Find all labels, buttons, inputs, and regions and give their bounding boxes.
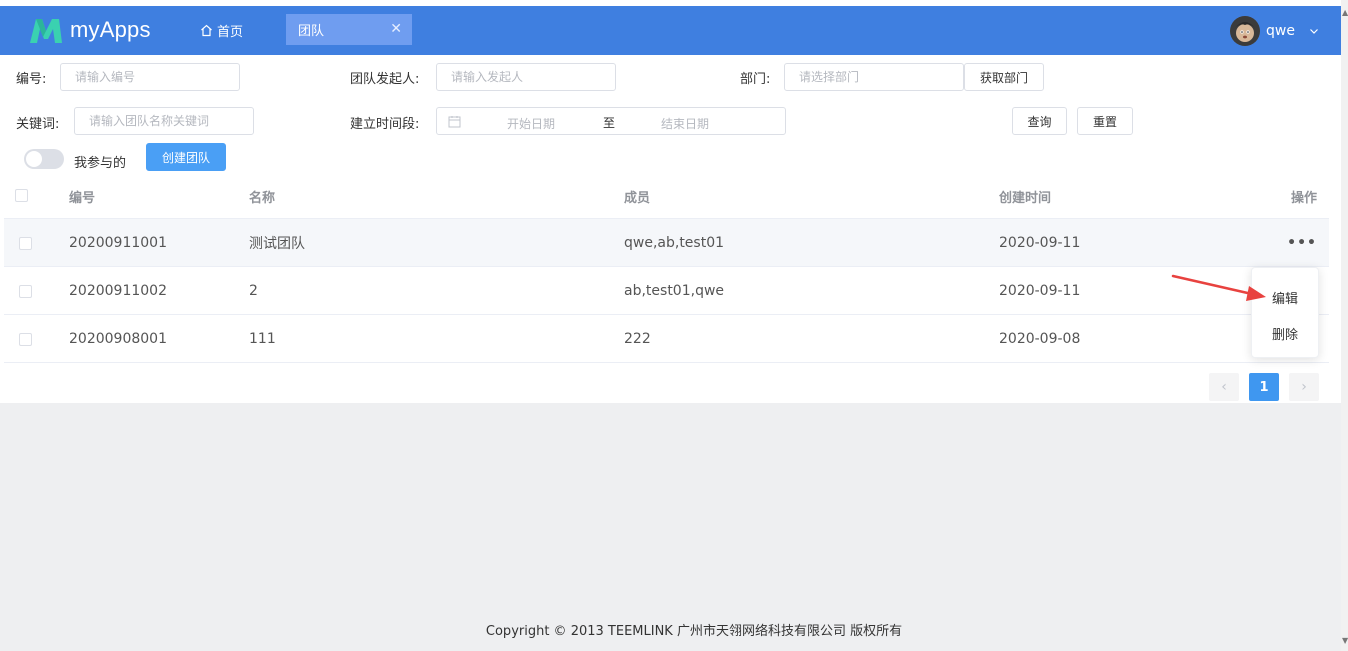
- username: qwe: [1266, 23, 1295, 39]
- query-button[interactable]: 查询: [1012, 107, 1067, 135]
- initiator-label: 团队发起人:: [350, 72, 420, 87]
- footer-copyright: Copyright © 2013 TEEMLINK 广州市天翎网络科技有限公司 …: [485, 624, 903, 639]
- number-label: 编号:: [16, 72, 47, 87]
- get-dept-button[interactable]: 获取部门: [964, 63, 1044, 91]
- page-number-1[interactable]: 1: [1249, 373, 1279, 401]
- start-date-input[interactable]: 开始日期: [507, 115, 555, 132]
- more-icon[interactable]: •••: [1287, 235, 1317, 251]
- prev-page-button[interactable]: ‹: [1209, 373, 1239, 401]
- calendar-icon: [448, 116, 461, 128]
- row-name: 111: [249, 330, 276, 347]
- menu-item-delete[interactable]: 删除: [1272, 324, 1298, 343]
- scroll-up-icon[interactable]: ▲: [1342, 8, 1348, 17]
- scroll-down-icon[interactable]: ▼: [1342, 636, 1348, 645]
- row-created: 2020-09-08: [999, 330, 1081, 347]
- tab-team-label: 团队: [298, 24, 325, 39]
- logo-text: myApps: [70, 17, 151, 42]
- row-number: 20200911001: [69, 234, 167, 251]
- end-date-input[interactable]: 结束日期: [661, 115, 709, 132]
- row-created: 2020-09-11: [999, 234, 1081, 251]
- dept-input[interactable]: [784, 63, 964, 91]
- row-number: 20200908001: [69, 330, 167, 347]
- row-checkbox[interactable]: [19, 333, 32, 346]
- page-scrollbar[interactable]: ▲ ▼: [1341, 0, 1348, 651]
- create-team-button[interactable]: 创建团队: [146, 143, 226, 171]
- row-checkbox[interactable]: [19, 237, 32, 250]
- nav-home-label: 首页: [217, 25, 244, 40]
- row-name: 测试团队: [249, 235, 305, 252]
- row-name: 2: [249, 282, 258, 299]
- col-number: 编号: [69, 191, 96, 206]
- keyword-label: 关键词:: [16, 117, 60, 132]
- next-page-button[interactable]: ›: [1289, 373, 1319, 401]
- period-label: 建立时间段:: [350, 117, 420, 132]
- row-members: qwe,ab,test01: [624, 234, 725, 251]
- chevron-down-icon: [1310, 29, 1318, 34]
- menu-item-edit[interactable]: 编辑: [1272, 288, 1298, 307]
- date-range-picker[interactable]: 开始日期 至 结束日期: [436, 107, 786, 135]
- col-name: 名称: [249, 191, 276, 206]
- toggle-knob: [26, 151, 42, 167]
- annotation-arrow-icon: [1171, 274, 1266, 301]
- table-header: 编号 名称 成员 创建时间 操作: [4, 175, 1329, 219]
- col-members: 成员: [624, 191, 651, 206]
- table-row[interactable]: 20200908001 111 222 2020-09-08: [4, 315, 1329, 363]
- nav-home[interactable]: 首页: [200, 21, 243, 40]
- keyword-input[interactable]: [74, 107, 254, 135]
- user-menu[interactable]: qwe: [1230, 16, 1319, 46]
- logo-m-icon: [30, 19, 62, 43]
- initiator-input[interactable]: [436, 63, 616, 91]
- app-logo[interactable]: myApps: [28, 14, 151, 46]
- row-checkbox[interactable]: [19, 285, 32, 298]
- mine-toggle[interactable]: [24, 149, 64, 169]
- dept-label: 部门:: [740, 72, 771, 87]
- mine-toggle-label: 我参与的: [74, 156, 127, 171]
- number-input[interactable]: [60, 63, 240, 91]
- col-created: 创建时间: [999, 191, 1052, 206]
- row-members: 222: [624, 330, 651, 347]
- row-members: ab,test01,qwe: [624, 282, 725, 299]
- select-all-checkbox[interactable]: [15, 189, 28, 202]
- team-panel: 编号: 团队发起人: 部门: 获取部门 关键词: 建立时间段: 开始日期 至 结…: [0, 55, 1341, 403]
- range-separator: 至: [603, 116, 616, 130]
- tab-team[interactable]: 团队 ✕: [286, 14, 412, 45]
- col-actions: 操作: [1291, 191, 1318, 206]
- avatar: [1230, 16, 1261, 46]
- row-created: 2020-09-11: [999, 282, 1081, 299]
- close-icon[interactable]: ✕: [390, 21, 402, 37]
- home-icon: [201, 24, 212, 37]
- row-number: 20200911002: [69, 282, 167, 299]
- table-row[interactable]: 20200911001 测试团队 qwe,ab,test01 2020-09-1…: [4, 219, 1329, 267]
- reset-button[interactable]: 重置: [1077, 107, 1133, 135]
- table-row[interactable]: 20200911002 2 ab,test01,qwe 2020-09-11: [4, 267, 1329, 315]
- app-header: myApps 首页 团队 ✕ qwe: [0, 6, 1341, 55]
